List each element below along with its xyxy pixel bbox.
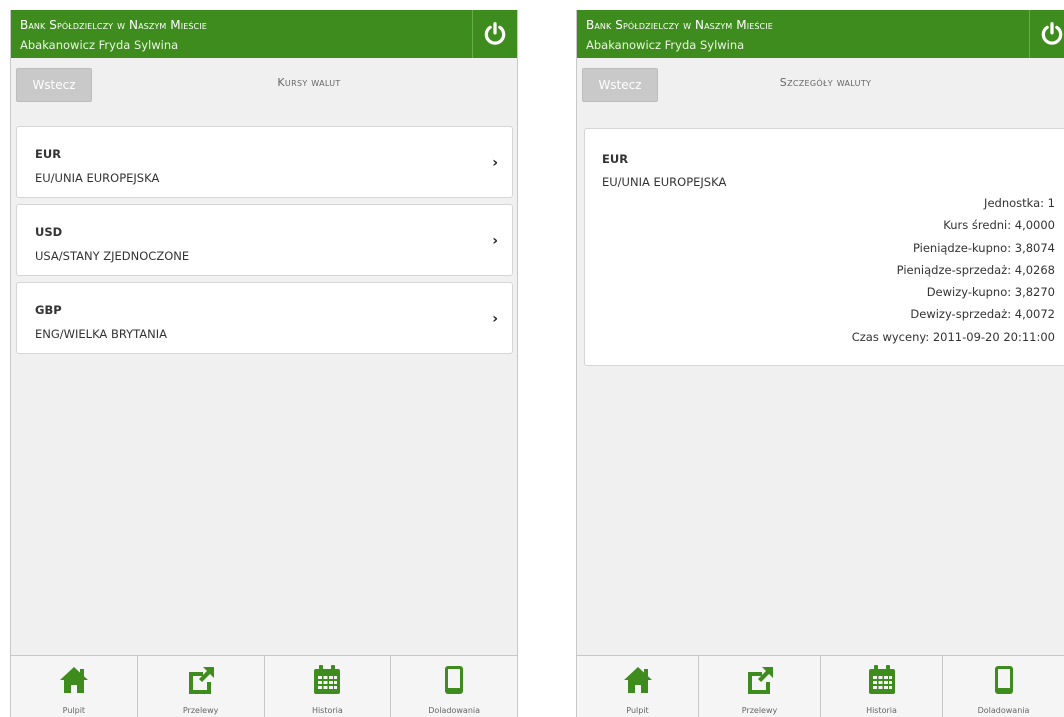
page-title: Szczegóły waluty	[779, 76, 872, 89]
currency-code: EUR	[35, 147, 62, 161]
app-header: Bank Spółdzielczy w Naszym Mieście Abaka…	[577, 10, 1064, 58]
currency-name: EU/UNIA EUROPEJSKA	[602, 175, 727, 189]
currency-name: ENG/WIELKA BRYTANIA	[35, 327, 167, 341]
nav-label: Historia	[311, 706, 343, 715]
phone-icon	[988, 664, 1020, 696]
chevron-right-icon: ›	[492, 311, 498, 327]
currency-name: EU/UNIA EUROPEJSKA	[35, 171, 160, 185]
rate-unit: Jednostka: 1	[984, 196, 1055, 210]
nav-label: Doladowania	[977, 706, 1030, 715]
nav-item-doladowania[interactable]: Doladowania	[391, 656, 517, 717]
nav-label: Doladowania	[428, 706, 481, 715]
phone-icon	[438, 664, 470, 696]
currency-code: USD	[35, 225, 63, 239]
nav-label: Historia	[866, 706, 897, 715]
home-icon	[58, 664, 90, 696]
transfer-icon	[744, 664, 776, 696]
nav-item-pulpit[interactable]: Pulpit	[11, 656, 138, 717]
currency-rates: Jednostka: 1 Kurs średni: 4,0000 Pieniąd…	[852, 196, 1055, 352]
user-name: Abakanowicz Fryda Sylwina	[20, 38, 179, 52]
app-header: Bank Spółdzielczy w Naszym Mieście Abaka…	[11, 10, 517, 58]
nav-item-przelewy[interactable]: Przelewy	[699, 656, 821, 717]
chevron-right-icon: ›	[492, 233, 498, 249]
nav-item-doladowania[interactable]: Doladowania	[943, 656, 1064, 717]
user-name: Abakanowicz Fryda Sylwina	[586, 38, 745, 52]
rate-forex-buy: Dewizy-kupno: 3,8270	[926, 285, 1055, 300]
nav-item-historia[interactable]: Historia	[821, 656, 943, 717]
rate-forex-sell: Dewizy-sprzedaż: 4,0072	[910, 307, 1055, 322]
currency-list: EUR EU/UNIA EUROPEJSKA › USD USA/STANY Z…	[16, 126, 513, 360]
subheader-bar: Wstecz Szczegóły waluty	[577, 58, 1064, 114]
bottom-navigation: Pulpit Przelewy Historia Doladowania	[577, 655, 1064, 717]
rate-average: Kurs średni: 4,0000	[943, 218, 1055, 233]
currency-item-eur[interactable]: EUR EU/UNIA EUROPEJSKA ›	[16, 126, 513, 198]
back-button[interactable]: Wstecz	[582, 68, 658, 102]
calendar-icon	[311, 664, 343, 696]
logout-button[interactable]	[1029, 10, 1064, 58]
rate-cash-buy: Pieniądze-kupno: 3,8074	[912, 240, 1055, 255]
logout-button[interactable]	[472, 10, 517, 58]
page-title: Kursy walut	[277, 76, 341, 89]
currency-code: GBP	[35, 303, 62, 317]
nav-item-historia[interactable]: Historia	[265, 656, 392, 717]
currency-name: USA/STANY ZJEDNOCZONE	[35, 249, 190, 263]
currency-list-screen: Bank Spółdzielczy w Naszym Mieście Abaka…	[10, 10, 518, 717]
currency-detail-card: EUR EU/UNIA EUROPEJSKA Jednostka: 1 Kurs…	[584, 128, 1064, 366]
nav-label: Przelewy	[741, 706, 778, 715]
calendar-icon	[866, 664, 898, 696]
chevron-right-icon: ›	[492, 155, 498, 171]
nav-item-przelewy[interactable]: Przelewy	[138, 656, 265, 717]
power-icon	[482, 21, 508, 47]
nav-label: Pulpit	[626, 706, 649, 715]
bottom-navigation: Pulpit Przelewy Historia Doladowania	[11, 655, 517, 717]
nav-label: Przelewy	[182, 706, 219, 715]
currency-item-usd[interactable]: USD USA/STANY ZJEDNOCZONE ›	[16, 204, 513, 276]
power-icon	[1039, 21, 1064, 47]
currency-code: EUR	[602, 152, 629, 166]
rate-cash-sell: Pieniądze-sprzedaż: 4,0268	[896, 262, 1055, 277]
transfer-icon	[185, 664, 217, 696]
subheader-bar: Wstecz Kursy walut	[11, 58, 517, 114]
back-button[interactable]: Wstecz	[16, 68, 92, 102]
currency-item-gbp[interactable]: GBP ENG/WIELKA BRYTANIA ›	[16, 282, 513, 354]
bank-name: Bank Spółdzielczy w Naszym Mieście	[586, 18, 773, 32]
valuation-time: Czas wyceny: 2011-09-20 20:11:00	[851, 329, 1055, 344]
bank-name: Bank Spółdzielczy w Naszym Mieście	[20, 18, 207, 32]
home-icon	[622, 664, 654, 696]
currency-details-screen: Bank Spółdzielczy w Naszym Mieście Abaka…	[576, 10, 1064, 717]
nav-item-pulpit[interactable]: Pulpit	[577, 656, 699, 717]
nav-label: Pulpit	[62, 706, 86, 715]
